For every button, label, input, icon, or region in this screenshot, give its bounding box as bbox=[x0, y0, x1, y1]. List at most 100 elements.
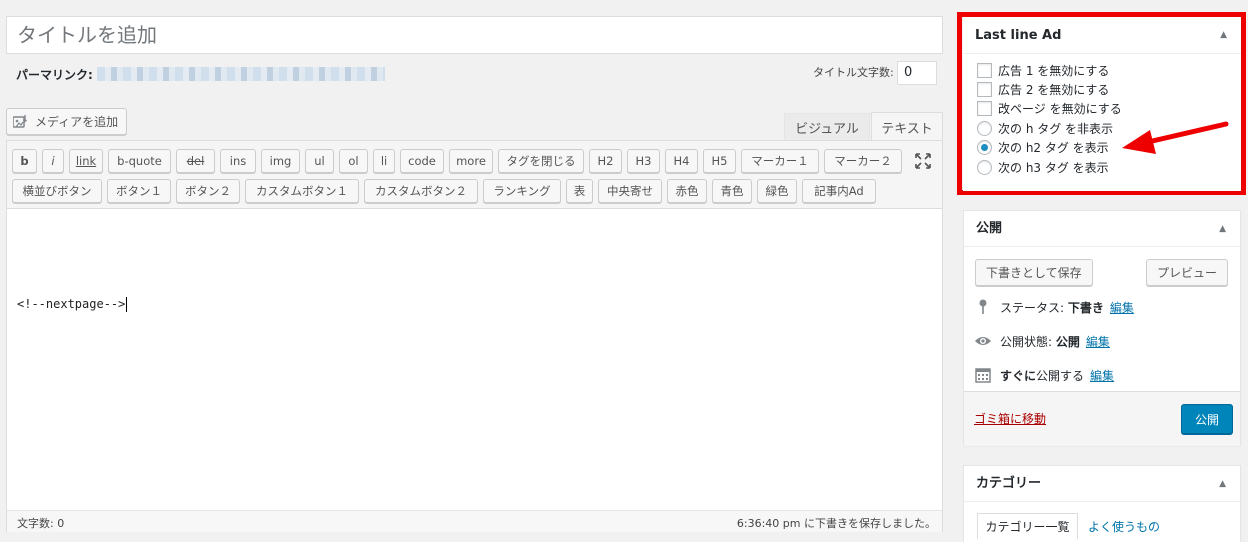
last-line-ad-header[interactable]: Last line Ad ▲ bbox=[963, 17, 1241, 54]
add-media-button[interactable]: メディアを追加 bbox=[6, 108, 128, 135]
collapse-arrow-icon[interactable]: ▲ bbox=[1219, 211, 1226, 247]
qt-table-button[interactable]: 表 bbox=[566, 179, 593, 203]
qt-custom-button1-button[interactable]: カスタムボタン１ bbox=[245, 179, 359, 203]
option-show-next-h3[interactable]: 次の h3 タグ を表示 bbox=[977, 158, 1109, 177]
add-media-label: メディアを追加 bbox=[35, 115, 119, 129]
autosave-message: 6:36:40 pm に下書きを保存しました。 bbox=[736, 517, 936, 530]
qt-marker2-button[interactable]: マーカー２ bbox=[824, 149, 902, 173]
visibility-label: 公開状態: bbox=[1000, 334, 1053, 349]
category-box: カテゴリー ▲ カテゴリー一覧 よく使うもの bbox=[963, 465, 1241, 542]
title-input[interactable]: タイトルを追加 bbox=[6, 16, 943, 54]
collapse-arrow-icon[interactable]: ▲ bbox=[1220, 17, 1227, 54]
title-char-count-label: タイトル文字数: bbox=[813, 66, 894, 79]
qt-in-article-ad-button[interactable]: 記事内Ad bbox=[802, 179, 876, 203]
qt-ins-button[interactable]: ins bbox=[220, 149, 256, 173]
option-label: 次の h3 タグ を表示 bbox=[998, 161, 1109, 175]
checkbox[interactable] bbox=[977, 63, 992, 78]
publish-button[interactable]: 公開 bbox=[1181, 404, 1233, 434]
tab-all-categories[interactable]: カテゴリー一覧 bbox=[977, 513, 1078, 539]
visibility-value: 公開 bbox=[1055, 334, 1080, 349]
qt-center-button[interactable]: 中央寄せ bbox=[598, 179, 662, 203]
qt-img-button[interactable]: img bbox=[261, 149, 300, 173]
qt-green-button[interactable]: 緑色 bbox=[757, 179, 797, 203]
permalink-url-blurred[interactable] bbox=[96, 67, 385, 81]
red-arrow-icon bbox=[1122, 121, 1229, 154]
qt-h4-button[interactable]: H4 bbox=[665, 149, 698, 173]
visibility-row: 公開状態: 公開 編集 bbox=[974, 331, 1110, 351]
qt-ul-button[interactable]: ul bbox=[305, 149, 334, 173]
qt-ol-button[interactable]: ol bbox=[339, 149, 368, 173]
qt-marker1-button[interactable]: マーカー１ bbox=[741, 149, 819, 173]
option-label: 改ページ を無効にする bbox=[998, 102, 1122, 116]
tab-visual[interactable]: ビジュアル bbox=[784, 113, 870, 140]
status-row: ステータス: 下書き 編集 bbox=[974, 297, 1134, 317]
qt-h3-button[interactable]: H3 bbox=[627, 149, 660, 173]
schedule-row: すぐに 公開する 編集 bbox=[974, 365, 1114, 385]
tab-text[interactable]: テキスト bbox=[871, 112, 943, 141]
schedule-value: すぐに bbox=[1000, 368, 1037, 383]
permalink-label: パーマリンク: bbox=[16, 67, 93, 82]
radio[interactable] bbox=[977, 160, 992, 175]
qt-li-button[interactable]: li bbox=[373, 149, 395, 173]
option-disable-ad2[interactable]: 広告 2 を無効にする bbox=[977, 80, 1109, 99]
qt-del-button[interactable]: del bbox=[176, 149, 215, 173]
qt-bold-button[interactable]: b bbox=[12, 149, 37, 173]
tab-popular-categories[interactable]: よく使うもの bbox=[1088, 513, 1160, 539]
option-label: 広告 1 を無効にする bbox=[998, 64, 1110, 78]
publish-actions: ゴミ箱に移動 公開 bbox=[964, 391, 1240, 446]
save-draft-button[interactable]: 下書きとして保存 bbox=[975, 259, 1093, 286]
title-char-count-field: 0 bbox=[897, 61, 937, 85]
last-line-ad-box: Last line Ad ▲ 広告 1 を無効にする 広告 2 を無効にする 改… bbox=[963, 17, 1241, 191]
option-label: 広告 2 を無効にする bbox=[998, 83, 1110, 97]
collapse-arrow-icon[interactable]: ▲ bbox=[1219, 466, 1226, 502]
qt-close-tags-button[interactable]: タグを閉じる bbox=[498, 149, 584, 173]
word-count: 文字数: 0 bbox=[17, 517, 65, 530]
preview-button[interactable]: プレビュー bbox=[1146, 259, 1229, 286]
publish-box: 公開 ▲ 下書きとして保存 プレビュー ステータス: 下書き 編集 公開状態: … bbox=[963, 210, 1241, 446]
status-label: ステータス: bbox=[1000, 300, 1065, 315]
calendar-icon bbox=[974, 366, 992, 384]
radio[interactable] bbox=[977, 121, 992, 136]
checkbox[interactable] bbox=[977, 82, 992, 97]
text-caret bbox=[126, 297, 128, 312]
category-title: カテゴリー bbox=[976, 476, 1042, 491]
qt-red-button[interactable]: 赤色 bbox=[667, 179, 707, 203]
option-label: 次の h タグ を非表示 bbox=[998, 122, 1114, 136]
option-disable-ad1[interactable]: 広告 1 を無効にする bbox=[977, 61, 1109, 80]
qt-ranking-button[interactable]: ランキング bbox=[483, 179, 561, 203]
editor-textarea[interactable]: <!--nextpage--> bbox=[7, 210, 942, 510]
option-show-next-h2[interactable]: 次の h2 タグ を表示 bbox=[977, 138, 1109, 157]
editor-content: <!--nextpage--> bbox=[17, 297, 128, 312]
category-header[interactable]: カテゴリー ▲ bbox=[964, 466, 1240, 502]
fullscreen-icon[interactable] bbox=[915, 153, 931, 169]
media-icon bbox=[13, 114, 29, 129]
move-to-trash-link[interactable]: ゴミ箱に移動 bbox=[974, 410, 1046, 427]
qt-code-button[interactable]: code bbox=[400, 149, 444, 173]
qt-button2-button[interactable]: ボタン２ bbox=[176, 179, 240, 203]
status-value: 下書き bbox=[1067, 300, 1104, 315]
eye-icon bbox=[974, 332, 992, 350]
editor-status-bar: 文字数: 0 6:36:40 pm に下書きを保存しました。 bbox=[7, 510, 942, 532]
publish-header[interactable]: 公開 ▲ bbox=[964, 211, 1240, 247]
option-label: 次の h2 タグ を表示 bbox=[998, 141, 1109, 155]
qt-h2-button[interactable]: H2 bbox=[589, 149, 622, 173]
schedule-label: 公開する bbox=[1036, 368, 1085, 383]
qt-italic-button[interactable]: i bbox=[42, 149, 64, 173]
last-line-ad-title: Last line Ad bbox=[975, 28, 1062, 43]
qt-link-button[interactable]: link bbox=[69, 149, 103, 173]
visibility-edit-link[interactable]: 編集 bbox=[1086, 333, 1110, 350]
qt-side-by-side-button[interactable]: 横並びボタン bbox=[12, 179, 102, 203]
option-hide-next-h[interactable]: 次の h タグ を非表示 bbox=[977, 119, 1113, 138]
qt-blue-button[interactable]: 青色 bbox=[712, 179, 752, 203]
qt-more-button[interactable]: more bbox=[449, 149, 493, 173]
radio-selected[interactable] bbox=[977, 140, 992, 155]
qt-h5-button[interactable]: H5 bbox=[703, 149, 736, 173]
qt-bquote-button[interactable]: b-quote bbox=[108, 149, 171, 173]
status-edit-link[interactable]: 編集 bbox=[1110, 299, 1134, 316]
editor: b i link b-quote del ins img ul ol li co… bbox=[6, 140, 943, 532]
schedule-edit-link[interactable]: 編集 bbox=[1090, 367, 1114, 384]
checkbox[interactable] bbox=[977, 101, 992, 116]
option-disable-pagebreak[interactable]: 改ページ を無効にする bbox=[977, 99, 1122, 118]
qt-custom-button2-button[interactable]: カスタムボタン２ bbox=[364, 179, 478, 203]
qt-button1-button[interactable]: ボタン１ bbox=[107, 179, 171, 203]
